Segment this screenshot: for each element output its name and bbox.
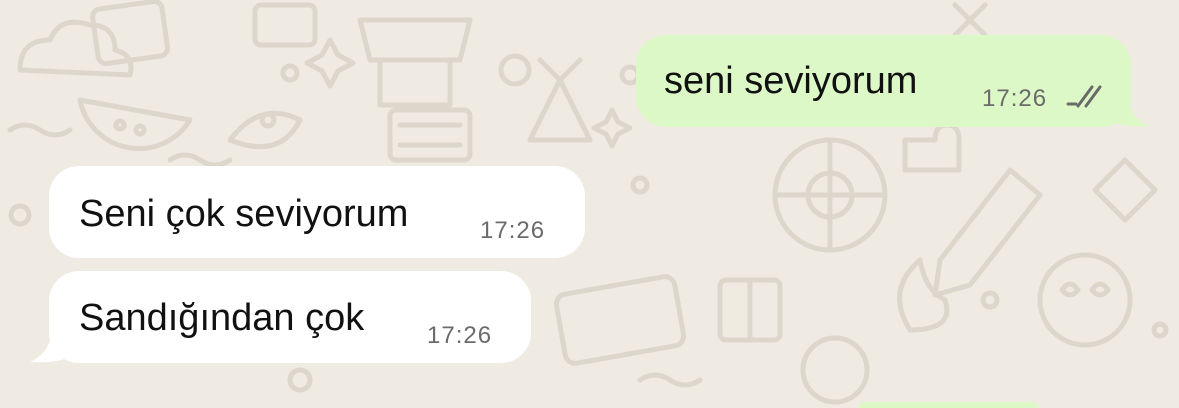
double-check-icon [1066,85,1102,108]
message-time: 17:26 [427,322,493,349]
message-time: 17:26 [982,85,1048,112]
message-bubble-incoming[interactable]: Sandığından çok 17:26 [49,271,531,363]
message-bubble-outgoing[interactable]: seni seviyorum 17:26 [636,35,1131,127]
message-text: Sandığından çok [79,297,365,339]
bubble-tail-incoming [30,334,72,363]
message-text: Seni çok seviyorum [79,193,409,235]
message-text: seni seviyorum [664,60,918,102]
message-time: 17:26 [480,217,546,244]
message-bubble-incoming[interactable]: Seni çok seviyorum 17:26 [49,166,585,258]
message-bubble-outgoing-partial[interactable] [858,402,1038,408]
bubble-tail-outgoing [1108,100,1150,127]
